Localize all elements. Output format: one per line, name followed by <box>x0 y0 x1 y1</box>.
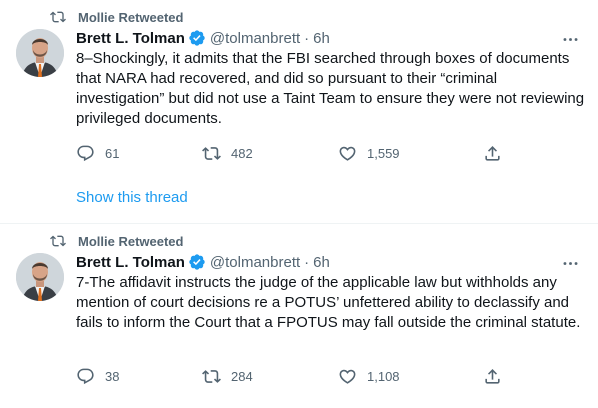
retweet-icon <box>202 370 221 383</box>
tweet-text: 7-The affidavit instructs the judge of t… <box>76 274 581 331</box>
timestamp[interactable]: 6h <box>313 30 330 47</box>
heart-icon <box>339 146 356 161</box>
reply-button[interactable]: 38 <box>76 367 202 386</box>
retweeted-by-label: Mollie Retweeted <box>78 9 184 25</box>
tweet-actions: 38 284 1,108 <box>76 367 516 386</box>
show-thread-link[interactable]: Show this thread <box>76 189 188 206</box>
tweet-header: Brett L. Tolman @tolmanbrett · 6h <box>76 29 330 47</box>
retweet-count: 284 <box>231 369 253 384</box>
retweet-button[interactable]: 482 <box>202 144 338 163</box>
more-options-icon[interactable] <box>561 254 580 273</box>
retweet-context[interactable]: Mollie Retweeted <box>50 233 183 249</box>
retweeted-by-label: Mollie Retweeted <box>78 233 184 249</box>
tweet-1[interactable]: Mollie Retweeted Brett L. Tolman @tolman… <box>0 0 598 223</box>
retweet-icon <box>202 147 221 160</box>
separator-dot: · <box>304 253 310 271</box>
retweet-icon <box>50 235 66 247</box>
heart-icon <box>339 369 356 384</box>
verified-badge-icon <box>189 30 205 46</box>
author-handle[interactable]: @tolmanbrett <box>210 30 300 47</box>
verified-badge-icon <box>189 254 205 270</box>
author-name[interactable]: Brett L. Tolman <box>76 30 185 47</box>
avatar-image <box>16 253 64 301</box>
reply-icon <box>77 368 94 385</box>
reply-icon <box>77 145 94 162</box>
tweet-text: 8–Shockingly, it admits that the FBI sea… <box>76 50 585 127</box>
like-count: 1,559 <box>367 146 400 161</box>
tweet-header: Brett L. Tolman @tolmanbrett · 6h <box>76 253 330 271</box>
like-button[interactable]: 1,108 <box>338 367 483 386</box>
share-icon <box>485 146 500 161</box>
reply-count: 61 <box>105 146 120 161</box>
author-name[interactable]: Brett L. Tolman <box>76 254 185 271</box>
retweet-icon <box>50 11 66 23</box>
share-icon <box>485 369 500 384</box>
retweet-context[interactable]: Mollie Retweeted <box>50 9 183 25</box>
avatar-image <box>16 29 64 77</box>
retweet-button[interactable]: 284 <box>202 367 338 386</box>
timestamp[interactable]: 6h <box>313 254 330 271</box>
author-handle[interactable]: @tolmanbrett <box>210 254 300 271</box>
more-options-icon[interactable] <box>561 30 580 49</box>
separator-dot: · <box>304 29 310 47</box>
tweet-2[interactable]: Mollie Retweeted Brett L. Tolman @tolman… <box>0 224 598 408</box>
reply-count: 38 <box>105 369 120 384</box>
avatar[interactable] <box>16 29 64 77</box>
retweet-count: 482 <box>231 146 253 161</box>
share-button[interactable] <box>483 144 512 163</box>
like-count: 1,108 <box>367 369 400 384</box>
like-button[interactable]: 1,559 <box>338 144 483 163</box>
avatar[interactable] <box>16 253 64 301</box>
reply-button[interactable]: 61 <box>76 144 202 163</box>
tweet-actions: 61 482 1,559 <box>76 144 516 163</box>
share-button[interactable] <box>483 367 512 386</box>
